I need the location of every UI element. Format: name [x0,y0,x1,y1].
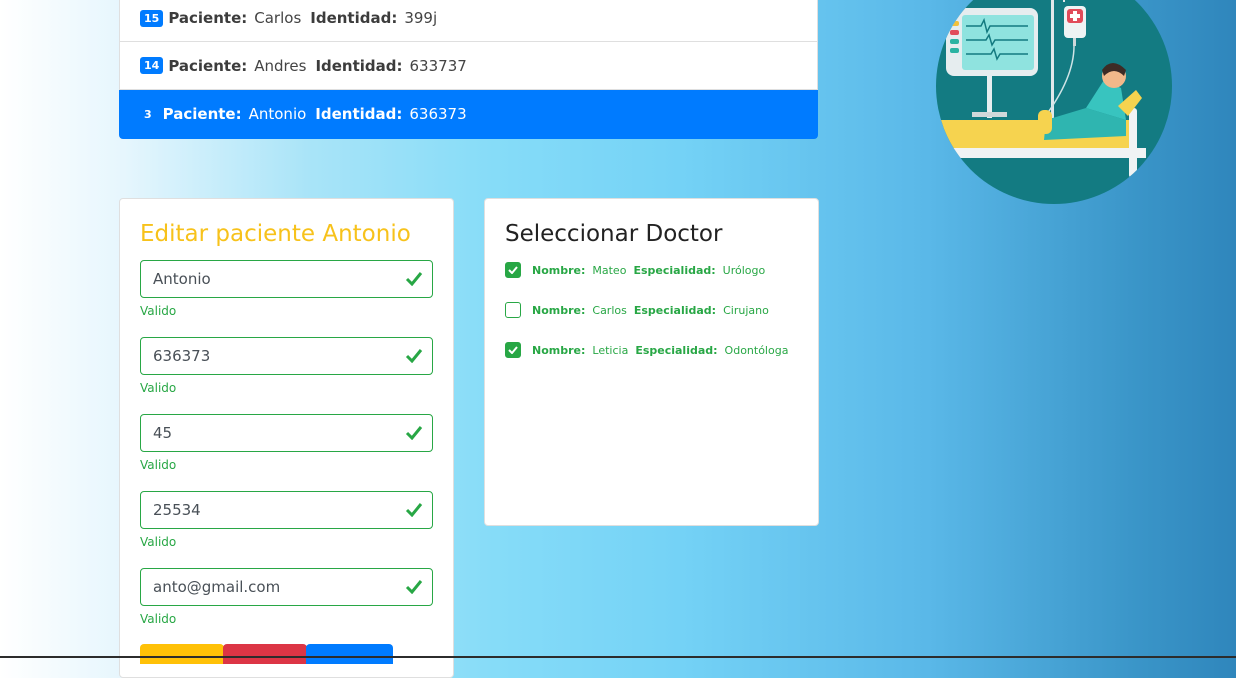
patient-list-item[interactable]: 15 Paciente: Carlos Identidad: 399j [119,0,818,42]
phone-input[interactable] [141,492,393,528]
check-icon [405,349,423,363]
valid-feedback: Valido [140,458,177,472]
doctor-option[interactable]: Nombre: Carlos Especialidad: Cirujano [505,302,776,318]
age-input[interactable] [141,415,393,451]
especialidad-label: Especialidad: [635,343,718,357]
check-icon [405,272,423,286]
doctor-specialty: Cirujano [723,303,769,317]
nombre-label: Nombre: [532,343,586,357]
valid-feedback: Valido [140,381,177,395]
doctor-option[interactable]: Nombre: Leticia Especialidad: Odontóloga [505,342,795,358]
patient-list: 15 Paciente: Carlos Identidad: 399j 14 P… [119,0,818,139]
patient-id: 636373 [409,105,467,123]
patient-id: 633737 [409,56,467,75]
patient-number-badge: 3 [144,107,152,121]
doctor-checkbox-unchecked[interactable] [505,302,521,318]
identidad-label: Identidad: [310,9,398,27]
nombre-label: Nombre: [532,303,586,317]
doctor-specialty: Odontóloga [724,343,789,357]
danger-button[interactable] [223,644,307,664]
age-field[interactable] [140,414,433,452]
patient-number-badge: 15 [140,9,164,27]
hospital-bed-illustration [936,0,1172,204]
check-icon [405,426,423,440]
doctor-checkbox-checked[interactable] [505,342,521,358]
patient-name: Carlos [254,9,302,27]
doctor-checkbox-checked[interactable] [505,262,521,278]
valid-feedback: Valido [140,535,177,549]
patient-list-item[interactable]: 14 Paciente: Andres Identidad: 633737 [119,42,818,90]
primary-button[interactable] [306,644,393,664]
patient-name: Andres [254,56,307,75]
identity-field[interactable] [140,337,433,375]
especialidad-label: Especialidad: [633,303,717,317]
doctor-name: Leticia [592,343,629,357]
doctor-name: Carlos [592,303,627,317]
warning-button[interactable] [140,644,224,664]
select-doctor-card: Seleccionar Doctor Nombre: Mateo Especia… [484,198,819,526]
identity-input[interactable] [141,338,393,374]
valid-feedback: Valido [140,304,177,318]
especialidad-label: Especialidad: [633,263,716,277]
patient-list-item-active[interactable]: 3 Paciente: Antonio Identidad: 636373 [119,90,818,139]
select-doctor-title: Seleccionar Doctor [505,221,723,247]
check-icon [405,580,423,594]
paciente-label: Paciente: [168,56,248,75]
patient-id: 399j [404,9,438,27]
email-field[interactable] [140,568,433,606]
edit-patient-title: Editar paciente Antonio [140,221,411,247]
check-icon [405,503,423,517]
identidad-label: Identidad: [315,56,403,75]
nombre-label: Nombre: [532,263,586,277]
check-icon [508,266,518,274]
edit-patient-card: Editar paciente Antonio Valido Valido Va… [119,198,454,678]
identidad-label: Identidad: [315,105,403,123]
doctor-specialty: Urólogo [722,263,766,277]
phone-field[interactable] [140,491,433,529]
doctor-option[interactable]: Nombre: Mateo Especialidad: Urólogo [505,262,772,278]
email-input[interactable] [141,569,393,605]
check-icon [508,346,518,354]
patient-name: Antonio [248,105,307,123]
paciente-label: Paciente: [162,105,242,123]
name-field[interactable] [140,260,433,298]
paciente-label: Paciente: [168,9,248,27]
patient-number-badge: 14 [140,57,164,74]
doctor-name: Mateo [592,263,627,277]
valid-feedback: Valido [140,612,177,626]
name-input[interactable] [141,261,393,297]
